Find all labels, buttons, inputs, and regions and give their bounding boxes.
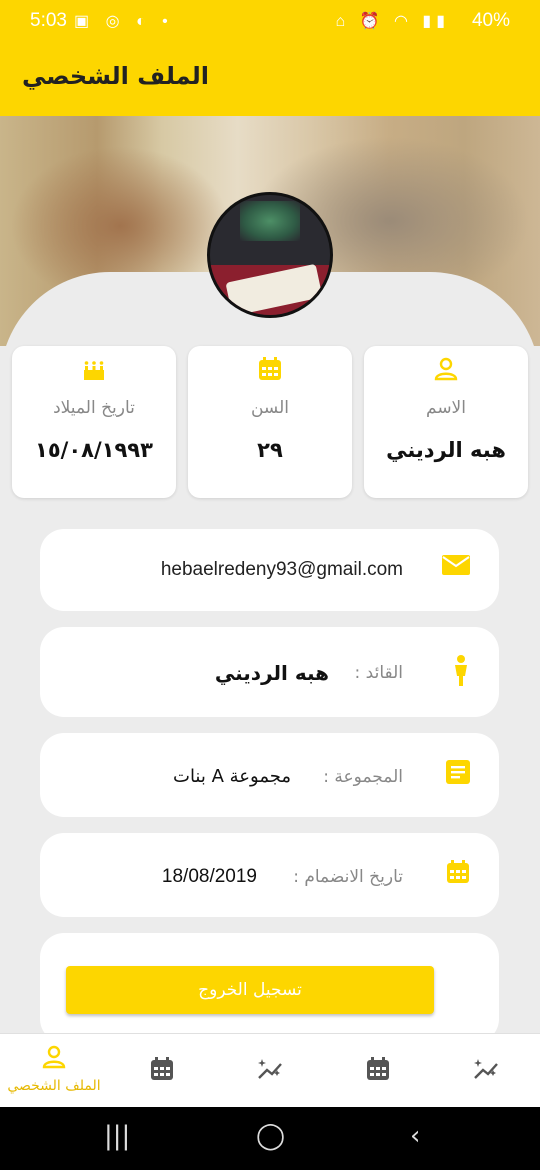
leader-icon (451, 654, 471, 695)
info-card-age: السن ٢٩ (188, 346, 352, 498)
calendar-icon (445, 859, 471, 892)
nav-item-profile[interactable]: الملف الشخصي (0, 1034, 108, 1108)
calendar-icon (108, 1056, 216, 1088)
group-value: مجموعة A بنات (173, 766, 291, 787)
battery-level: 40% (471, 10, 510, 31)
name-value: هبه الرديني (386, 438, 506, 462)
leader-value: هبه الرديني (214, 661, 329, 685)
bottom-navigation: الملف الشخصي (0, 1033, 540, 1107)
mail-icon (441, 553, 471, 584)
logout-row: تسجيل الخروج (40, 933, 499, 1043)
list-icon (445, 759, 471, 792)
info-card-birthdate: تاريخ الميلاد ١٥/٠٨/١٩٩٣ (12, 346, 176, 498)
joined-value: 18/08/2019 (161, 866, 257, 887)
nav-item-sparkle-1[interactable] (216, 1034, 324, 1108)
sparkle-icon (216, 1056, 324, 1088)
calendar-icon (188, 356, 352, 389)
leader-label: القائد : (354, 663, 403, 683)
cake-icon (12, 356, 176, 391)
back-icon[interactable]: ‹ (410, 1121, 420, 1151)
avatar-tree (240, 201, 300, 241)
page-title: الملف الشخصي (22, 62, 209, 90)
birthdate-label: تاريخ الميلاد (53, 398, 135, 418)
calendar-icon (324, 1056, 432, 1088)
name-label: الاسم (426, 398, 466, 418)
system-icons: ⌂ ⏰ ◠ ▮▮ (335, 13, 450, 30)
notification-icons: ▣ ◎ ◐ • (74, 13, 174, 30)
sparkle-icon (432, 1056, 540, 1088)
leader-row: القائد : هبه الرديني (40, 627, 499, 717)
email-row: hebaelredeny93@gmail.com (40, 529, 499, 611)
app-bar: الملف الشخصي (0, 44, 540, 116)
nav-item-sparkle-2[interactable] (432, 1034, 540, 1108)
avatar[interactable] (207, 192, 333, 318)
home-icon[interactable]: ◯ (256, 1121, 285, 1151)
joined-row: تاريخ الانضمام : 18/08/2019 (40, 833, 499, 917)
email-value: hebaelredeny93@gmail.com (160, 559, 403, 580)
age-label: السن (250, 398, 289, 418)
info-card-name: الاسم هبه الرديني (364, 346, 528, 498)
nav-item-calendar-1[interactable] (108, 1034, 216, 1108)
status-time: 5:03 (30, 10, 67, 31)
nav-label-profile: الملف الشخصي (7, 1078, 101, 1094)
person-icon (364, 356, 528, 389)
system-navigation-bar: ||| ◯ ‹ (0, 1107, 540, 1170)
status-bar: 5:03 ▣ ◎ ◐ • ⌂ ⏰ ◠ ▮▮ 40% (0, 0, 540, 44)
group-row: المجموعة : مجموعة A بنات (40, 733, 499, 817)
joined-label: تاريخ الانضمام : (293, 867, 403, 887)
age-value: ٢٩ (257, 438, 283, 462)
nav-item-calendar-2[interactable] (324, 1034, 432, 1108)
person-icon (0, 1044, 108, 1076)
recents-icon[interactable]: ||| (104, 1121, 130, 1151)
group-label: المجموعة : (323, 767, 403, 787)
birthdate-value: ١٥/٠٨/١٩٩٣ (35, 438, 153, 462)
logout-button[interactable]: تسجيل الخروج (66, 966, 434, 1014)
